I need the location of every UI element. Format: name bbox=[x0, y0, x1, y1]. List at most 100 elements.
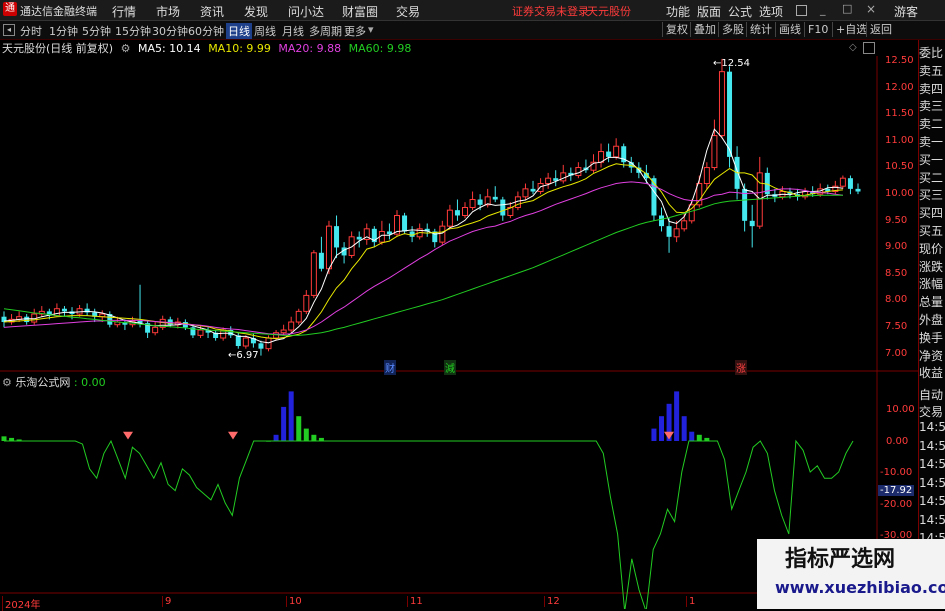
menu-caifuquan[interactable]: 财富圈 bbox=[342, 3, 378, 20]
menu-hangqing[interactable]: 行情 bbox=[112, 3, 136, 20]
stats-button[interactable]: 统计 bbox=[746, 22, 775, 37]
quote-label: 卖一 bbox=[919, 135, 944, 149]
tab-monthly[interactable]: 月线 bbox=[282, 23, 304, 39]
stock-short-name: 天元股份 bbox=[587, 5, 631, 18]
price-tick: 7.00 bbox=[885, 347, 908, 359]
event-mark-cai[interactable]: 财 bbox=[384, 360, 396, 375]
event-mark-zhang[interactable]: 涨 bbox=[735, 360, 747, 375]
candle-body bbox=[522, 188, 529, 198]
minimize-icon[interactable]: _ bbox=[820, 3, 826, 16]
signal-marker-icon bbox=[228, 431, 238, 440]
price-tick: 7.50 bbox=[885, 321, 908, 332]
chevron-down-icon[interactable]: ▾ bbox=[368, 23, 374, 36]
price-tick: 8.50 bbox=[885, 267, 908, 279]
quote-label: 买五 bbox=[919, 224, 944, 238]
candle-body bbox=[666, 226, 672, 237]
candle-body bbox=[280, 329, 287, 334]
signal-marker-icon bbox=[123, 431, 133, 440]
side-label[interactable]: 自动 bbox=[919, 386, 945, 403]
tab-more[interactable]: 更多 bbox=[344, 23, 366, 39]
fuquan-button[interactable]: 复权 bbox=[662, 22, 691, 37]
kline-chart[interactable] bbox=[0, 40, 918, 609]
candle-body bbox=[560, 172, 567, 182]
price-tick: 12.50 bbox=[885, 55, 914, 66]
indicator-bar bbox=[674, 391, 680, 441]
candle-body bbox=[152, 326, 159, 334]
candle-body bbox=[446, 209, 453, 227]
window-icon[interactable] bbox=[796, 5, 807, 16]
price-tick: 11.50 bbox=[885, 108, 914, 120]
back-button[interactable]: 返回 bbox=[866, 22, 895, 37]
menu-xuanxiang[interactable]: 选项 bbox=[759, 3, 783, 20]
candle-body bbox=[681, 220, 688, 230]
indicator-bar bbox=[681, 416, 687, 441]
quote-label: 买一 bbox=[919, 152, 944, 167]
quote-label: 现价 bbox=[919, 241, 944, 256]
quote-label: 涨幅 bbox=[919, 277, 944, 292]
tab-5min[interactable]: 5分钟 bbox=[82, 23, 111, 39]
tab-daily[interactable]: 日线 bbox=[226, 23, 252, 39]
quote-label: 买二 bbox=[919, 170, 944, 185]
menu-shichang[interactable]: 市场 bbox=[156, 3, 180, 20]
menu-faxian[interactable]: 发现 bbox=[244, 3, 268, 20]
price-tick: 9.50 bbox=[885, 214, 908, 226]
quote-label: 卖四 bbox=[919, 81, 944, 96]
close-icon[interactable]: × bbox=[866, 2, 876, 16]
quote-label: 净资 bbox=[919, 348, 944, 363]
candle-body bbox=[711, 135, 718, 169]
candle-body bbox=[295, 310, 302, 323]
indicator-value: : 0.00 bbox=[73, 376, 106, 389]
high-annotation: ←12.54 bbox=[713, 58, 751, 69]
candle-body bbox=[477, 199, 483, 205]
candle-body bbox=[703, 167, 710, 185]
price-tick: 12.00 bbox=[885, 81, 914, 93]
menu-jiaoyi[interactable]: 交易 bbox=[396, 3, 420, 20]
menu-banmian[interactable]: 版面 bbox=[697, 3, 721, 20]
f10-button[interactable]: F10 bbox=[804, 22, 831, 37]
tab-15min[interactable]: 15分钟 bbox=[115, 23, 151, 39]
menu-gongshi[interactable]: 公式 bbox=[728, 3, 752, 20]
user-label[interactable]: 游客 bbox=[894, 3, 918, 20]
app-logo-icon: 通 bbox=[3, 2, 17, 16]
quote-label: 换手 bbox=[919, 330, 944, 345]
sidebar-toggle-icon[interactable]: ◂ bbox=[3, 24, 15, 36]
candle-body bbox=[537, 183, 544, 193]
signal-marker-icon bbox=[664, 431, 674, 440]
candle-body bbox=[469, 199, 476, 209]
candle-body bbox=[61, 308, 67, 312]
date-tick: 11 bbox=[407, 596, 423, 607]
candle-body bbox=[545, 177, 552, 185]
menu-zixun[interactable]: 资讯 bbox=[200, 3, 224, 20]
side-label[interactable]: 交易 bbox=[919, 403, 945, 420]
candle-body bbox=[303, 294, 310, 312]
maximize-icon[interactable]: □ bbox=[842, 2, 852, 15]
menu-wenxiaoda[interactable]: 问小达 bbox=[288, 3, 324, 20]
quote-label: 买四 bbox=[919, 206, 944, 221]
indicator-header: ⚙ 乐淘公式网 : 0.00 bbox=[2, 374, 106, 390]
tab-30min[interactable]: 30分钟 bbox=[152, 23, 188, 39]
candle-body bbox=[606, 151, 612, 157]
date-tick: 1 bbox=[686, 596, 695, 607]
candle-body bbox=[839, 177, 846, 187]
tab-fenshi[interactable]: 分时 bbox=[20, 23, 42, 39]
draw-line-button[interactable]: 画线 bbox=[775, 22, 804, 37]
period-toolbar: ◂ 分时 1分钟 5分钟 15分钟 30分钟 60分钟 日线 周线 月线 多周期… bbox=[0, 21, 945, 40]
indicator-gear-icon[interactable]: ⚙ bbox=[2, 376, 12, 389]
tab-1min[interactable]: 1分钟 bbox=[49, 23, 78, 39]
overlay-button[interactable]: 叠加 bbox=[690, 22, 719, 37]
indicator-bar bbox=[296, 416, 302, 441]
ma20-line bbox=[3, 181, 843, 335]
menu-gongneng[interactable]: 功能 bbox=[666, 3, 690, 20]
date-tick: 10 bbox=[286, 596, 302, 607]
indicator-line-group bbox=[4, 439, 854, 609]
multi-stock-button[interactable]: 多股 bbox=[718, 22, 747, 37]
price-tick: 9.00 bbox=[885, 241, 908, 253]
tab-weekly[interactable]: 周线 bbox=[254, 23, 276, 39]
event-mark-jian[interactable]: 減 bbox=[444, 360, 456, 375]
candle-body bbox=[500, 199, 506, 216]
tab-multi-period[interactable]: 多周期 bbox=[309, 23, 342, 39]
candle-body bbox=[53, 308, 60, 317]
tab-60min[interactable]: 60分钟 bbox=[188, 23, 224, 39]
tick-time: 14:56 bbox=[919, 475, 945, 490]
watchlist-add-button[interactable]: +自选 bbox=[832, 22, 870, 37]
